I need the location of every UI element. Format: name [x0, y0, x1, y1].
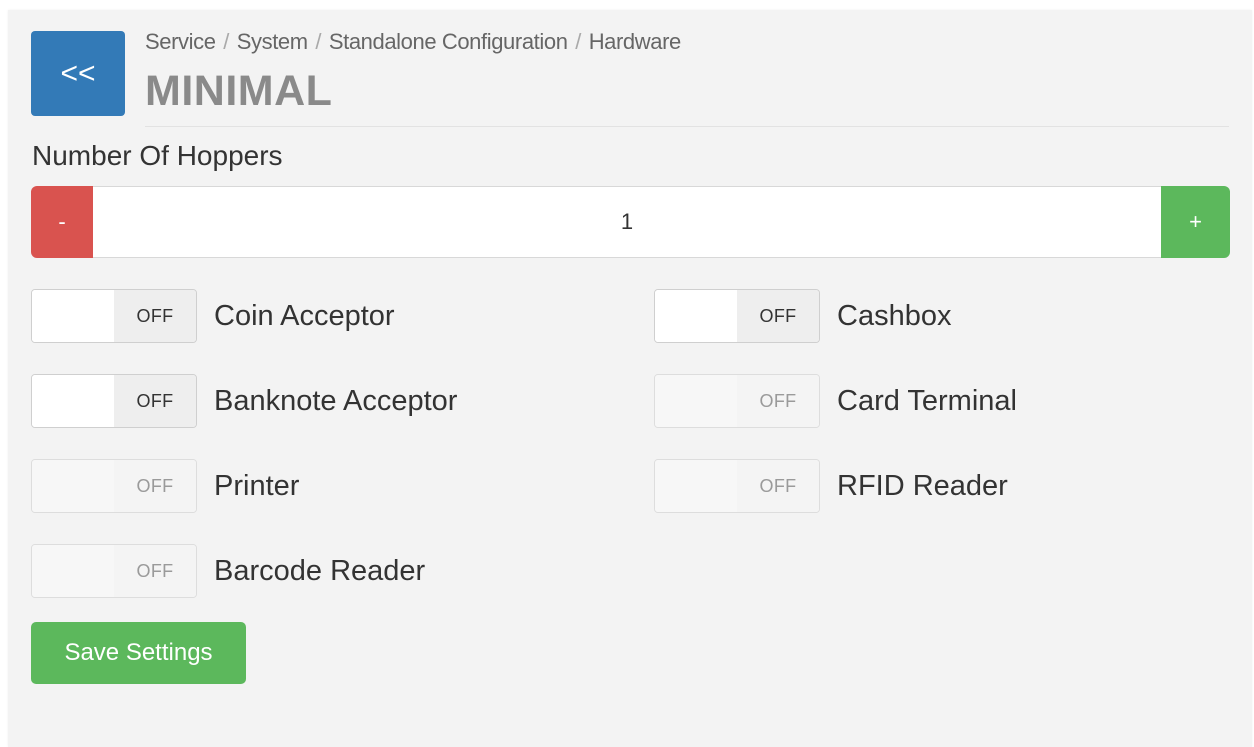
- increment-button[interactable]: +: [1161, 186, 1230, 258]
- toggle-state-label: OFF: [114, 545, 196, 597]
- barcode-reader-label: Barcode Reader: [214, 554, 426, 587]
- toggle-row-banknote-acceptor: OFF Banknote Acceptor: [31, 374, 457, 428]
- breadcrumb-item-standalone-configuration[interactable]: Standalone Configuration: [329, 29, 568, 54]
- toggle-row-barcode-reader: OFF Barcode Reader: [31, 544, 425, 598]
- back-button[interactable]: <<: [31, 31, 125, 116]
- toggle-knob: [32, 290, 114, 342]
- breadcrumb-item-hardware: Hardware: [588, 29, 682, 54]
- toggle-row-printer: OFF Printer: [31, 459, 299, 513]
- toggle-state-label: OFF: [114, 460, 196, 512]
- toggle-knob: [32, 375, 114, 427]
- card-terminal-label: Card Terminal: [837, 384, 1017, 417]
- breadcrumb-separator: /: [223, 29, 229, 54]
- toggle-state-label: OFF: [737, 290, 819, 342]
- rfid-reader-label: RFID Reader: [837, 469, 1008, 502]
- printer-label: Printer: [214, 469, 300, 502]
- toggle-knob: [32, 545, 114, 597]
- banknote-acceptor-toggle[interactable]: OFF: [31, 374, 197, 428]
- breadcrumb: Service / System / Standalone Configurat…: [145, 29, 681, 55]
- card-terminal-toggle: OFF: [654, 374, 820, 428]
- toggle-knob: [655, 290, 737, 342]
- banknote-acceptor-label: Banknote Acceptor: [214, 384, 458, 417]
- breadcrumb-item-service[interactable]: Service: [145, 29, 216, 54]
- toggle-row-card-terminal: OFF Card Terminal: [654, 374, 1017, 428]
- toggle-row-rfid-reader: OFF RFID Reader: [654, 459, 1008, 513]
- breadcrumb-separator: /: [315, 29, 322, 54]
- toggle-row-cashbox: OFF Cashbox: [654, 289, 951, 343]
- save-settings-button[interactable]: Save Settings: [31, 622, 246, 684]
- hoppers-value[interactable]: 1: [93, 186, 1161, 258]
- cashbox-toggle[interactable]: OFF: [654, 289, 820, 343]
- hoppers-stepper: - 1 +: [31, 186, 1230, 258]
- toggle-state-label: OFF: [114, 290, 196, 342]
- coin-acceptor-toggle[interactable]: OFF: [31, 289, 197, 343]
- breadcrumb-item-system[interactable]: System: [237, 29, 308, 54]
- barcode-reader-toggle: OFF: [31, 544, 197, 598]
- toggle-state-label: OFF: [114, 375, 196, 427]
- toggle-state-label: OFF: [737, 460, 819, 512]
- printer-toggle: OFF: [31, 459, 197, 513]
- toggle-knob: [32, 460, 114, 512]
- page-title: MINIMAL: [145, 67, 333, 115]
- toggle-state-label: OFF: [737, 375, 819, 427]
- cashbox-label: Cashbox: [837, 299, 952, 332]
- breadcrumb-separator: /: [575, 29, 581, 54]
- toggle-knob: [655, 460, 737, 512]
- toggle-row-coin-acceptor: OFF Coin Acceptor: [31, 289, 395, 343]
- toggle-knob: [655, 375, 737, 427]
- settings-panel: << Service / System / Standalone Configu…: [8, 10, 1252, 747]
- coin-acceptor-label: Coin Acceptor: [214, 299, 395, 332]
- header-divider: [145, 126, 1229, 127]
- rfid-reader-toggle: OFF: [654, 459, 820, 513]
- decrement-button[interactable]: -: [31, 186, 93, 258]
- hoppers-label: Number Of Hoppers: [32, 140, 283, 171]
